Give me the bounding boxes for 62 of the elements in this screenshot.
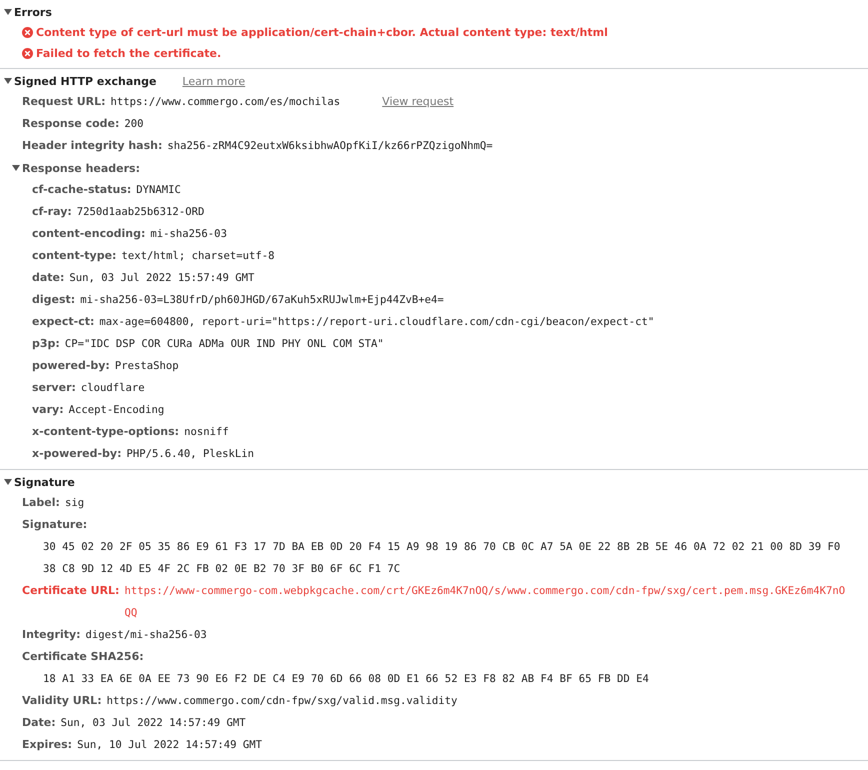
field-value: sha256-zRM4C92eutxW6ksibhwAOpfKiI/kz66rPZQzigoNhmQ= [167, 139, 493, 154]
error-message: Failed to fetch the certificate. [36, 47, 222, 60]
header-name: powered-by: [32, 358, 110, 374]
field-label: Response code: [22, 116, 120, 132]
header-value: CP="IDC DSP COR CURa ADMa OUR IND PHY ONL COM STA" [64, 337, 384, 352]
field-value: digest/mi-sha256-03 [86, 628, 207, 643]
header-value: Accept-Encoding [68, 403, 164, 418]
field-value: https://www.commergo.com/es/mochilas [110, 95, 340, 110]
learn-more-link[interactable]: Learn more [182, 74, 246, 88]
field-value: https://www-commergo-com.webpkgcache.com/crt/GKEz6m4K7nOQ/s/www.commergo.com/cdn-fpw/sxg/cert.pem.msg.GKEz6m4K7nOQQ [124, 584, 846, 621]
field-label: Validity URL: [22, 693, 102, 709]
header-name: vary: [32, 402, 64, 418]
subsection-title: Response headers: [22, 162, 140, 174]
header-value: nosniff [184, 425, 229, 440]
field-value: Sun, 03 Jul 2022 14:57:49 GMT [60, 716, 246, 731]
field-label: Date: [22, 715, 56, 731]
field-label: Signature: [22, 518, 88, 531]
header-name: cf-ray: [32, 204, 72, 220]
field-value: https://www.commergo.com/cdn-fpw/sxg/valid.msg.validity [106, 694, 458, 709]
header-name: content-encoding: [32, 226, 146, 242]
header-value: mi-sha256-03 [150, 227, 227, 242]
header-value: max-age=604800, report-uri="https://report-uri.cloudflare.com/cdn-cgi/beacon/expect-ct" [99, 315, 654, 330]
header-name: cf-cache-status: [32, 182, 132, 198]
field-value: 30 45 02 20 2F 05 35 86 E9 61 F3 17 7D BA EB 0D 20 F4 15 A9 98 19 86 70 CB 0C A7 5A 0E 22 8B 2B 5E 46 0A 72 02 21 00 8D 39 F0 38 C8 9D 12 4D E5 4F 2C FB 02 0E B2 70 3F B0 6F 6C F1 7C [43, 541, 840, 575]
field-value: sig [64, 496, 84, 511]
header-value: cloudflare [80, 381, 145, 396]
expand-icon[interactable] [4, 9, 12, 15]
field-value: Sun, 10 Jul 2022 14:57:49 GMT [77, 738, 262, 753]
section-title: Errors [14, 6, 52, 18]
header-value: DYNAMIC [136, 183, 181, 198]
field-label: Label: [22, 495, 60, 511]
header-name: expect-ct: [32, 314, 94, 330]
error-icon [22, 48, 33, 59]
error-icon [22, 27, 33, 38]
header-value: PrestaShop [114, 359, 179, 374]
field-label: Request URL: [22, 94, 106, 110]
header-name: x-content-type-options: [32, 424, 180, 440]
header-name: digest: [32, 292, 76, 308]
header-name: content-type: [32, 248, 116, 264]
expand-icon[interactable] [4, 479, 12, 485]
expand-icon[interactable] [12, 165, 20, 171]
header-name: server: [32, 380, 76, 396]
field-label: Expires: [22, 737, 72, 753]
section-title: Signed HTTP exchange [14, 74, 156, 88]
field-value: 18 A1 33 EA 6E 0A EE 73 90 E6 F2 DE C4 E9 70 6D 66 08 0D E1 66 52 E3 F8 82 AB F4 BF 65 FB DD E4 [43, 673, 649, 685]
header-value: PHP/5.6.40, PleskLin [126, 447, 254, 462]
expand-icon[interactable] [4, 78, 12, 84]
field-label: Integrity: [22, 627, 81, 643]
header-name: date: [32, 270, 64, 286]
header-value: mi-sha256-03=L38UfrD/ph60JHGD/67aKuh5xRUJwlm+Ejp44ZvB+e4= [80, 293, 444, 308]
field-label: Certificate SHA256: [22, 650, 144, 663]
header-value: 7250d1aab25b6312-ORD [76, 205, 204, 220]
view-request-link[interactable]: View request [382, 91, 454, 113]
header-name: p3p: [32, 336, 60, 352]
error-message: Content type of cert-url must be application/cert-chain+cbor. Actual content type: text/html [36, 26, 608, 39]
header-name: x-powered-by: [32, 446, 122, 462]
field-label: Certificate URL: [22, 583, 120, 599]
section-title: Signature [14, 476, 75, 488]
field-label: Header integrity hash: [22, 138, 162, 154]
header-value: text/html; charset=utf-8 [121, 249, 275, 264]
field-value: 200 [124, 117, 144, 132]
header-value: Sun, 03 Jul 2022 15:57:49 GMT [69, 271, 254, 286]
